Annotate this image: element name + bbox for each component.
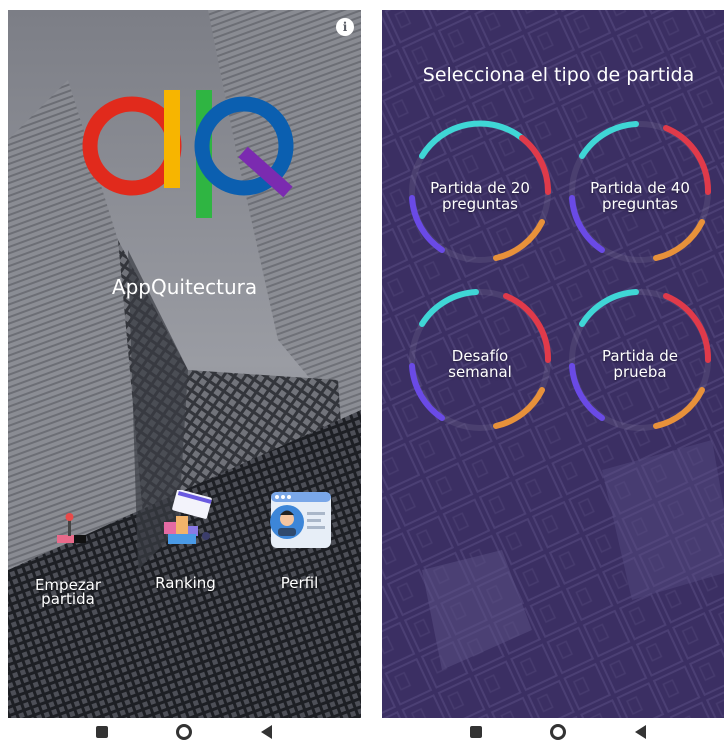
option-weekly-challenge-label: Desafío semanal	[448, 347, 512, 381]
home-screen: i AppQuitectura Empezar partida Ranking	[8, 10, 361, 718]
app-name: AppQuitectura	[111, 275, 258, 299]
option-practice-game-label: Partida de prueba	[601, 347, 678, 381]
info-icon: i	[342, 20, 348, 34]
option-weekly-challenge[interactable]: Desafío semanal	[402, 282, 558, 438]
app-logo	[82, 90, 294, 218]
joystick-icon	[57, 513, 86, 543]
option-20-questions-label: Partida de 20 preguntas	[430, 179, 530, 213]
ranking-button[interactable]: Ranking	[148, 490, 223, 592]
home-button[interactable]	[548, 722, 568, 742]
page-title: Selecciona el tipo de partida	[422, 64, 695, 86]
option-40-questions[interactable]: Partida de 40 preguntas	[562, 114, 718, 270]
recents-icon	[470, 726, 482, 738]
recents-button[interactable]	[466, 722, 486, 742]
profile-button[interactable]: Perfil	[262, 488, 337, 592]
recents-button[interactable]	[92, 722, 112, 742]
home-icon	[550, 724, 566, 740]
profile-icon	[270, 492, 331, 548]
home-button[interactable]	[174, 722, 194, 742]
recents-icon	[96, 726, 108, 738]
info-button[interactable]: i	[336, 18, 354, 36]
home-icon	[176, 724, 192, 740]
option-20-questions[interactable]: Partida de 20 preguntas	[402, 114, 558, 270]
ranking-label: Ranking	[155, 574, 216, 592]
profile-label: Perfil	[280, 574, 319, 592]
back-icon	[260, 725, 272, 739]
option-practice-game[interactable]: Partida de prueba	[562, 282, 718, 438]
start-game-label: Empezar partida	[34, 576, 102, 608]
start-game-button[interactable]: Empezar partida	[28, 500, 108, 607]
game-type-screen: Selecciona el tipo de partida Partida de…	[382, 10, 724, 718]
ranking-icon	[164, 490, 212, 544]
back-button[interactable]	[256, 722, 276, 742]
option-40-questions-label: Partida de 40 preguntas	[590, 179, 690, 213]
back-button[interactable]	[630, 722, 650, 742]
back-icon	[634, 725, 646, 739]
system-nav-bar-left	[8, 718, 361, 745]
system-nav-bar-right	[382, 718, 724, 745]
